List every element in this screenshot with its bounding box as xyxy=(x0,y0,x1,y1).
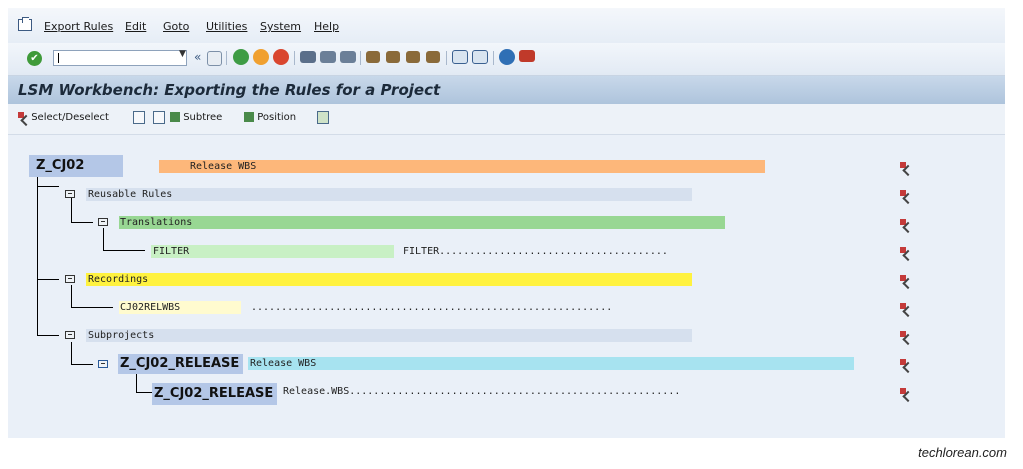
tree-line xyxy=(37,279,59,280)
subproject-desc-bar xyxy=(248,357,854,370)
find-next-icon[interactable] xyxy=(340,51,356,63)
subproject-name: Z_CJ02_RELEASE xyxy=(120,356,240,371)
recordings-label: Recordings xyxy=(88,274,149,285)
customize-icon[interactable] xyxy=(519,50,535,62)
select-cursor-icon[interactable] xyxy=(900,331,910,341)
recordings-node[interactable] xyxy=(86,273,692,286)
exit-icon[interactable] xyxy=(253,49,269,65)
filter-label: FILTER xyxy=(153,246,190,257)
new-session-icon[interactable] xyxy=(452,50,468,64)
tree-line xyxy=(37,168,38,336)
subprojects-node[interactable] xyxy=(86,329,692,342)
menu-goto[interactable]: Goto xyxy=(163,20,189,33)
filter-value: FILTER..................................… xyxy=(403,246,668,257)
title-bar: LSM Workbench: Exporting the Rules for a… xyxy=(8,76,1005,104)
menu-icon[interactable] xyxy=(18,17,32,31)
position-label: Position xyxy=(257,112,297,123)
reusable-rules-node[interactable] xyxy=(86,188,692,201)
toolbar-separator xyxy=(294,51,295,65)
select-cursor-icon[interactable] xyxy=(900,219,910,229)
tree-line xyxy=(37,335,59,336)
position-button[interactable]: Position xyxy=(244,112,296,123)
cursor-icon xyxy=(18,112,28,122)
select-cursor-icon[interactable] xyxy=(900,359,910,369)
command-field[interactable] xyxy=(53,50,187,66)
tree-line xyxy=(103,250,145,251)
first-page-icon[interactable] xyxy=(366,51,380,63)
translations-label: Translations xyxy=(120,217,193,228)
select-deselect-button[interactable]: Select/Deselect xyxy=(18,112,109,123)
export-icon[interactable] xyxy=(317,111,329,124)
folder-icon[interactable] xyxy=(65,190,75,198)
menu-export-rules[interactable]: Export Rules xyxy=(44,20,113,33)
tree-line xyxy=(71,307,113,308)
subproject-child-desc: Release.WBS.............................… xyxy=(283,386,681,397)
folder-icon[interactable] xyxy=(98,360,108,368)
collapse-all-icon[interactable] xyxy=(153,111,165,124)
position-icon xyxy=(244,112,254,122)
menu-edit[interactable]: Edit xyxy=(125,20,146,33)
folder-icon[interactable] xyxy=(65,275,75,283)
subproject-desc: Release WBS xyxy=(250,358,317,369)
save-icon[interactable] xyxy=(207,51,222,66)
subtree-icon xyxy=(170,112,180,122)
reusable-rules-label: Reusable Rules xyxy=(88,189,173,200)
cancel-icon[interactable] xyxy=(273,49,289,65)
prev-page-icon[interactable] xyxy=(386,51,400,63)
root-node-desc: Release WBS xyxy=(190,161,257,172)
select-cursor-icon[interactable] xyxy=(900,162,910,172)
select-cursor-icon[interactable] xyxy=(900,303,910,313)
chevron-down-icon[interactable]: ▼ xyxy=(179,49,186,59)
select-cursor-icon[interactable] xyxy=(900,190,910,200)
subprojects-label: Subprojects xyxy=(88,330,155,341)
sap-window: Export Rules Edit Goto Utilities System … xyxy=(8,8,1005,438)
tree-line xyxy=(71,364,93,365)
print-icon[interactable] xyxy=(300,51,316,63)
folder-icon[interactable] xyxy=(65,331,75,339)
find-icon[interactable] xyxy=(320,51,336,63)
tree-line xyxy=(71,222,93,223)
select-cursor-icon[interactable] xyxy=(900,247,910,257)
last-page-icon[interactable] xyxy=(426,51,440,63)
help-icon[interactable] xyxy=(499,49,515,65)
tree-line xyxy=(37,186,59,187)
watermark: techlorean.com xyxy=(918,445,1007,460)
recording-item-dots: ........................................… xyxy=(251,302,613,313)
page-title: LSM Workbench: Exporting the Rules for a… xyxy=(18,81,441,99)
toolbar-separator xyxy=(446,51,447,65)
toolbar-separator xyxy=(226,51,227,65)
text-caret xyxy=(58,53,59,63)
subtree-label: Subtree xyxy=(183,112,223,123)
folder-icon[interactable] xyxy=(98,218,108,226)
recording-item-label: CJ02RELWBS xyxy=(120,302,181,313)
back-icon[interactable]: « xyxy=(194,50,201,64)
shortcut-icon[interactable] xyxy=(472,50,488,64)
application-toolbar: Select/Deselect Subtree Position xyxy=(8,104,1005,135)
toolbar-separator xyxy=(360,51,361,65)
select-cursor-icon[interactable] xyxy=(900,388,910,398)
expand-all-icon[interactable] xyxy=(133,111,145,124)
standard-toolbar: ✔ ▼ « xyxy=(8,43,1005,76)
root-node-name: Z_CJ02 xyxy=(36,158,85,173)
menu-bar: Export Rules Edit Goto Utilities System … xyxy=(8,8,1005,43)
select-cursor-icon[interactable] xyxy=(900,275,910,285)
tree-line xyxy=(71,342,72,364)
tree-line xyxy=(103,228,104,250)
menu-system[interactable]: System xyxy=(260,20,301,33)
select-deselect-label: Select/Deselect xyxy=(31,112,109,123)
back-green-icon[interactable] xyxy=(233,49,249,65)
rules-tree: Z_CJ02 Release WBS Reusable Rules Transl… xyxy=(8,135,1005,438)
translations-node[interactable] xyxy=(119,216,725,229)
next-page-icon[interactable] xyxy=(406,51,420,63)
menu-help[interactable]: Help xyxy=(314,20,339,33)
tree-line xyxy=(136,392,152,393)
subproject-child-name: Z_CJ02_RELEASE xyxy=(154,386,274,401)
subtree-button[interactable]: Subtree xyxy=(170,112,222,123)
tree-line xyxy=(71,285,72,307)
menu-utilities[interactable]: Utilities xyxy=(206,20,247,33)
toolbar-separator xyxy=(493,51,494,65)
check-icon[interactable]: ✔ xyxy=(27,51,42,66)
